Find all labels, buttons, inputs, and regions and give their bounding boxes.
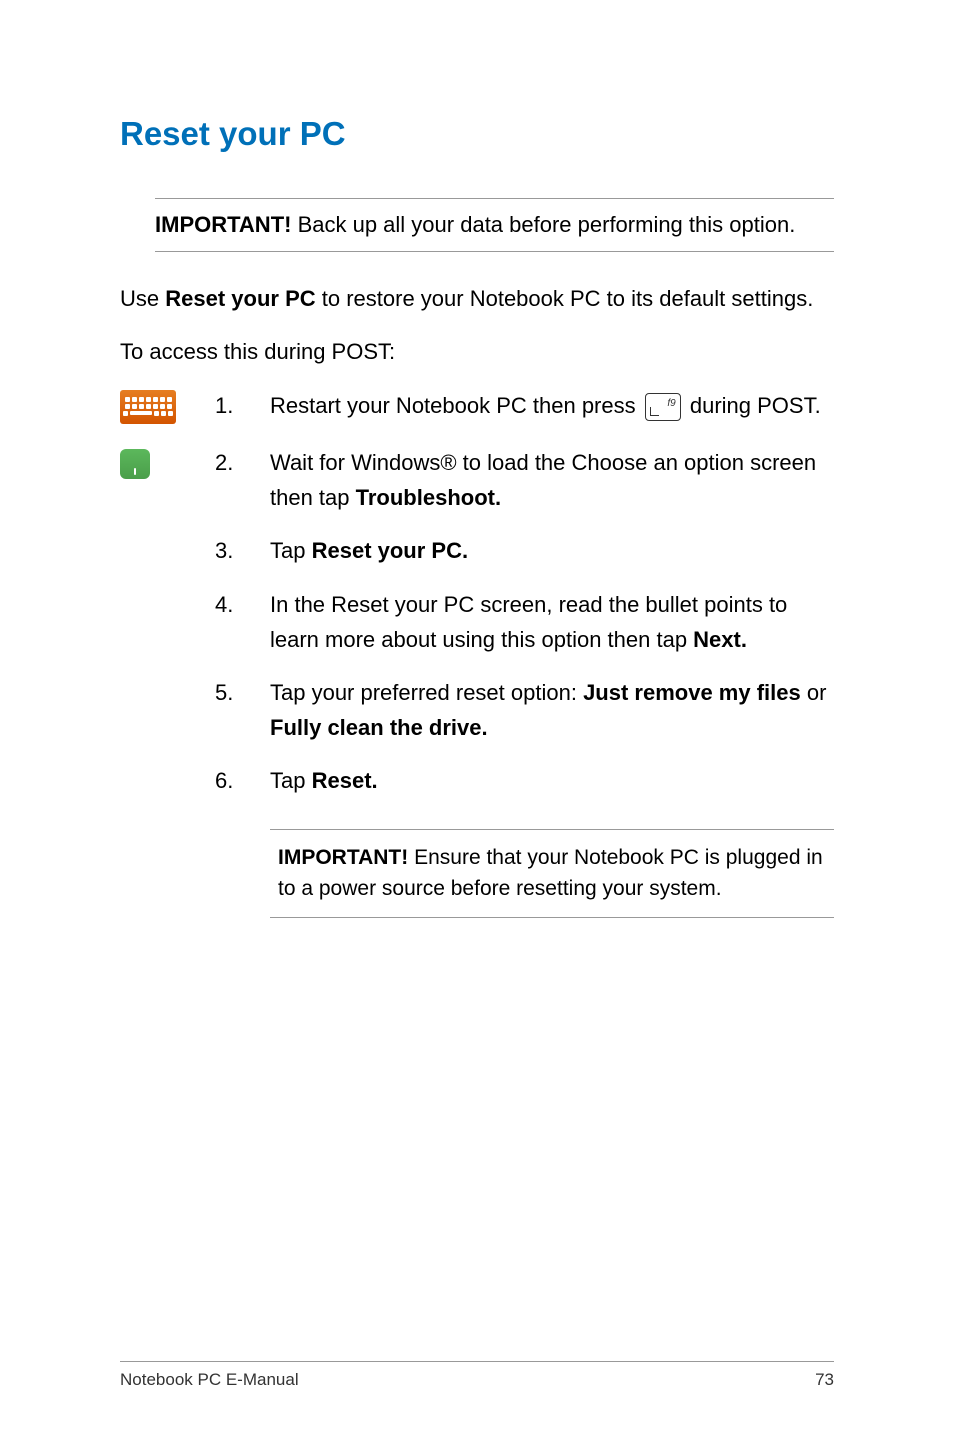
f9-label: f9 [667,396,675,412]
steps-list-keyboard: Restart your Notebook PC then press f9 d… [215,388,834,423]
step5-mid: or [801,680,827,705]
step3-prefix: Tap [270,538,312,563]
intro-bold: Reset your PC [165,286,315,311]
important-notice-top: IMPORTANT! Back up all your data before … [155,198,834,252]
touchpad-icon [120,449,150,479]
footer-title: Notebook PC E-Manual [120,1370,299,1390]
important-text: Back up all your data before performing … [291,212,795,237]
step5-bold2: Fully clean the drive. [270,715,488,740]
step-4: In the Reset your PC screen, read the bu… [215,587,834,657]
intro-prefix: Use [120,286,165,311]
step2-bold: Troubleshoot. [356,485,501,510]
step1-prefix: Restart your Notebook PC then press [270,393,642,418]
step-6: Tap Reset. [215,763,834,798]
step5-prefix: Tap your preferred reset option: [270,680,583,705]
step6-bold: Reset. [312,768,378,793]
step-1: Restart your Notebook PC then press f9 d… [215,388,834,423]
page-footer: Notebook PC E-Manual 73 [120,1361,834,1390]
steps-list-touch: Wait for Windows® to load the Choose an … [215,445,834,799]
intro-text: Use Reset your PC to restore your Notebo… [120,282,834,315]
step-2: Wait for Windows® to load the Choose an … [215,445,834,515]
important-notice-bottom: IMPORTANT! Ensure that your Notebook PC … [270,829,834,918]
step6-prefix: Tap [270,768,312,793]
step2-prefix: Wait for Windows® to load the Choose an … [270,450,816,510]
keyboard-icon [120,390,176,424]
access-line: To access this during POST: [120,335,834,368]
step-3: Tap Reset your PC. [215,533,834,568]
step5-bold1: Just remove my files [583,680,801,705]
step1-suffix: during POST. [684,393,821,418]
step3-bold: Reset your PC. [312,538,469,563]
step-5: Tap your preferred reset option: Just re… [215,675,834,745]
f9-key-icon: f9 [645,393,681,421]
intro-suffix: to restore your Notebook PC to its defau… [316,286,814,311]
important-label: IMPORTANT! [155,212,291,237]
important-bottom-label: IMPORTANT! [278,846,408,869]
step4-bold: Next. [693,627,747,652]
footer-page-number: 73 [815,1370,834,1390]
section-heading: Reset your PC [120,115,834,153]
